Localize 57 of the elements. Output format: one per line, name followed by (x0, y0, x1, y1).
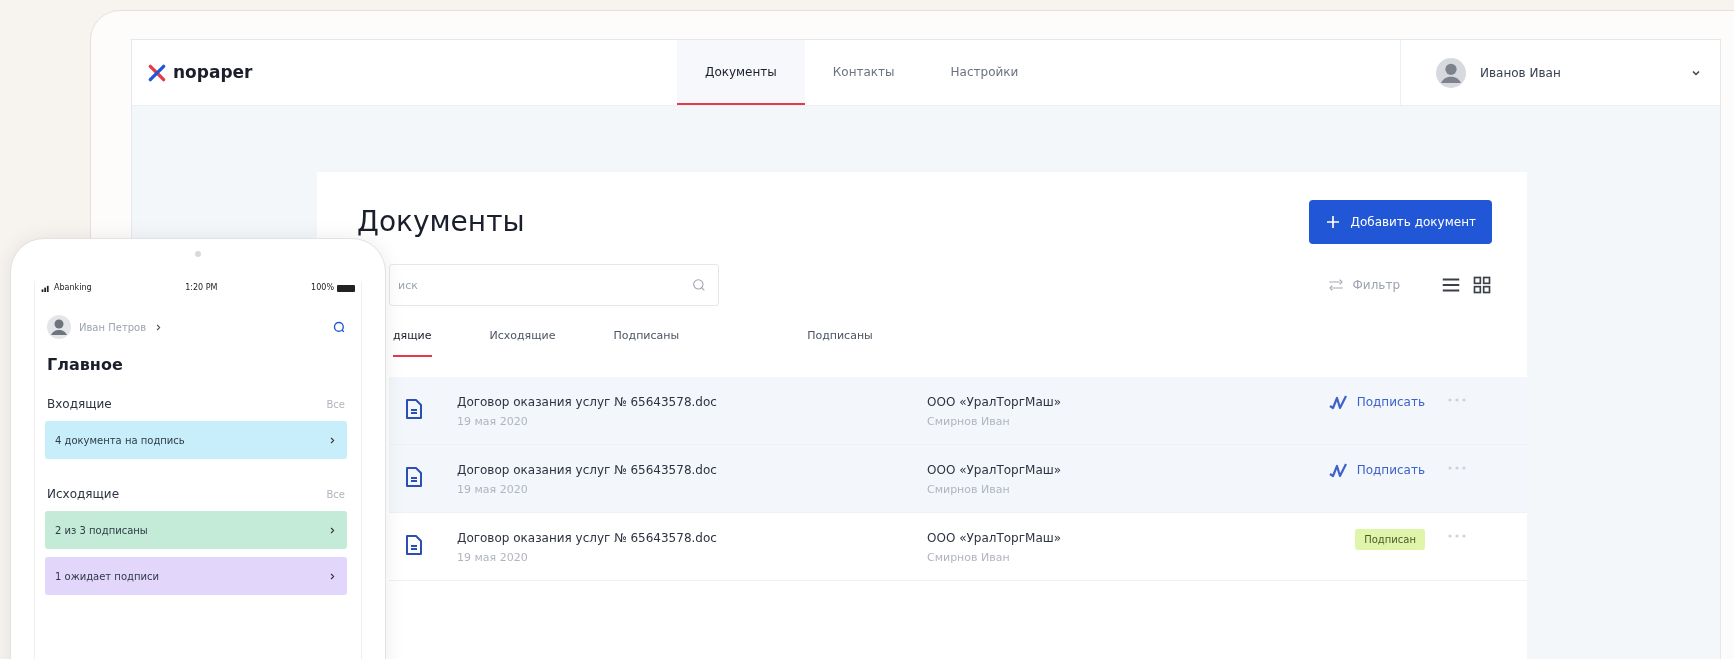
camera-icon (195, 251, 201, 257)
company-name: ООО «УралТоргМаш» (927, 529, 1063, 547)
document-row[interactable]: Договор оказания услуг № 65643578.doc 19 мая 2020 ООО «УралТоргМаш» Смирнов Иван Подписать (389, 444, 1527, 513)
battery-percent: 100% (311, 282, 334, 294)
tab[interactable]: Подписаны (613, 328, 680, 357)
sign-link[interactable]: Подписать (1328, 392, 1425, 411)
contact-name: Смирнов Иван (927, 413, 1011, 430)
status-time: 1:20 PM (185, 282, 218, 294)
user-name: Иванов Иван (1480, 64, 1562, 82)
document-name: Договор оказания услуг № 65643578.doc (457, 461, 718, 479)
company-name: ООО «УралТоргМаш» (927, 393, 1063, 411)
signature-icon (1328, 461, 1349, 478)
summary-card[interactable]: 1 ожидает подписи (45, 557, 347, 595)
nav-tab[interactable]: Документы (677, 40, 805, 105)
cross-logo-icon (147, 62, 167, 83)
signature-icon (1328, 393, 1349, 410)
company-name: ООО «УралТоргМаш» (927, 461, 1063, 479)
contact-name: Смирнов Иван (927, 549, 1011, 566)
document-date: 19 мая 2020 (457, 481, 529, 498)
chevron-right-icon (328, 435, 337, 445)
document-date: 19 мая 2020 (457, 549, 529, 566)
chevron-right-icon (328, 571, 337, 581)
summary-text: 4 документа на подпись (55, 433, 185, 448)
summary-card[interactable]: 2 из 3 подписаны (45, 511, 347, 549)
summary-card[interactable]: 4 документа на подпись (45, 421, 347, 459)
chevron-right-icon (328, 525, 337, 535)
search-icon (691, 277, 707, 293)
logo-text: nopaper (173, 60, 253, 84)
section-title: Входящие (47, 396, 112, 413)
add-document-button[interactable]: Добавить документ (1308, 200, 1492, 244)
nav-tab[interactable]: Контакты (804, 40, 923, 105)
tab[interactable]: дящие (393, 328, 432, 357)
document-row[interactable]: Договор оказания услуг № 65643578.doc 19 мая 2020 ООО «УралТоргМаш» Смирнов Иван Подписать (389, 376, 1527, 445)
tab[interactable]: Подписаны (807, 328, 873, 357)
search-field[interactable]: иск (389, 264, 719, 306)
page-title: Документы (357, 204, 525, 240)
avatar-icon[interactable] (47, 315, 71, 339)
sign-link[interactable]: Подписать (1328, 460, 1425, 479)
summary-text: 2 из 3 подписаны (55, 523, 148, 538)
grid-view-icon[interactable] (1472, 275, 1492, 295)
avatar-icon[interactable] (1436, 57, 1466, 88)
screen-title: Главное (46, 354, 124, 376)
battery-icon (337, 284, 355, 292)
document-name: Договор оказания услуг № 65643578.doc (457, 529, 718, 547)
contact-name: Смирнов Иван (927, 481, 1011, 498)
plus-icon (1324, 214, 1341, 230)
status-badge: Подписан (1355, 528, 1425, 550)
document-name: Договор оказания услуг № 65643578.doc (457, 393, 718, 411)
signal-icon (41, 284, 51, 292)
chevron-right-icon (154, 322, 164, 332)
document-date: 19 мая 2020 (457, 413, 529, 430)
carrier-name: Abanking (54, 282, 92, 294)
nav-tab[interactable]: Настройки (922, 40, 1047, 105)
section-title: Исходящие (47, 486, 120, 503)
tab[interactable]: Исходящие (489, 328, 556, 357)
search-icon[interactable] (332, 319, 347, 335)
summary-text: 1 ожидает подписи (55, 569, 159, 584)
